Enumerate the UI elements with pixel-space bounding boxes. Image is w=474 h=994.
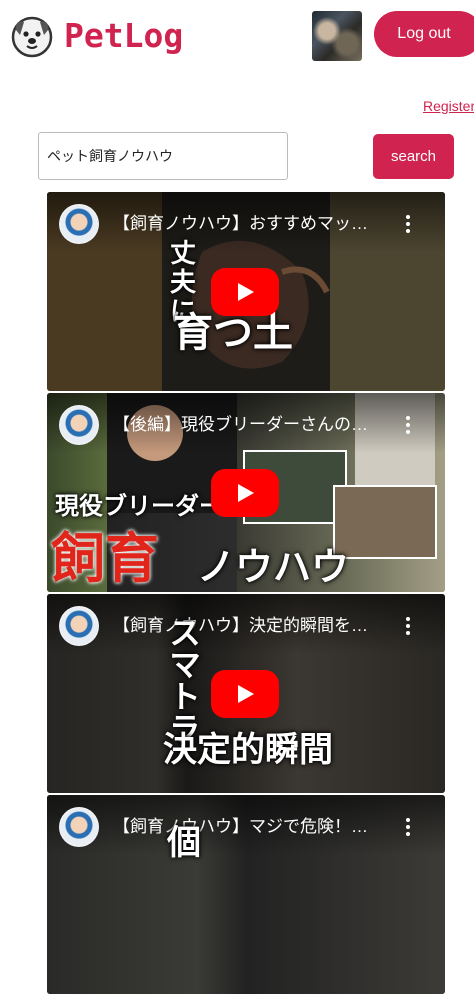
play-button[interactable] bbox=[211, 268, 279, 316]
channel-avatar[interactable] bbox=[59, 807, 99, 847]
app-logo-text[interactable]: PetLog bbox=[64, 14, 183, 58]
play-button[interactable] bbox=[211, 469, 279, 517]
video-title[interactable]: 【飼育ノウハウ】おすすめマッ… bbox=[113, 212, 375, 236]
video-title[interactable]: 【飼育ノウハウ】マジで危険！… bbox=[113, 815, 375, 839]
play-button[interactable] bbox=[211, 670, 279, 718]
play-icon bbox=[238, 283, 254, 301]
user-avatar[interactable] bbox=[312, 11, 362, 61]
search-input[interactable] bbox=[38, 132, 288, 180]
thumbnail-text: 丈 bbox=[170, 239, 197, 269]
play-icon bbox=[238, 484, 254, 502]
thumbnail-text: ノウハウ bbox=[197, 544, 350, 589]
channel-avatar[interactable] bbox=[59, 405, 99, 445]
thumbnail-text: 個 bbox=[167, 823, 201, 863]
thumbnail-text: 飼育 bbox=[51, 526, 159, 590]
video-title[interactable]: 【飼育ノウハウ】決定的瞬間を… bbox=[113, 614, 375, 638]
thumbnail-text: 夫 bbox=[170, 268, 197, 298]
app-header: PetLog Log out bbox=[0, 0, 474, 80]
thumbnail-text: 育つ土 bbox=[173, 309, 293, 356]
more-vertical-icon[interactable] bbox=[397, 614, 419, 638]
channel-avatar[interactable] bbox=[59, 204, 99, 244]
video-embed[interactable]: 【飼育ノウハウ】おすすめマッ… 丈 夫 に 育つ土 bbox=[47, 192, 445, 391]
dog-face-icon[interactable] bbox=[11, 16, 53, 58]
video-embed[interactable]: 【飼育ノウハウ】マジで危険！… 個 bbox=[47, 795, 445, 994]
more-vertical-icon[interactable] bbox=[397, 212, 419, 236]
video-embed[interactable]: 【後編】現役ブリーダーさんの… 現役ブリーダー 飼育 ノウハウ bbox=[47, 393, 445, 592]
video-embed[interactable]: 【飼育ノウハウ】決定的瞬間を… スマトラ 決定的瞬間 bbox=[47, 594, 445, 793]
play-icon bbox=[238, 685, 254, 703]
more-vertical-icon[interactable] bbox=[397, 413, 419, 437]
channel-avatar[interactable] bbox=[59, 606, 99, 646]
register-link[interactable]: Register bbox=[423, 98, 474, 114]
thumbnail-text: 決定的瞬間 bbox=[163, 730, 333, 770]
thumbnail-text: 現役ブリーダー bbox=[55, 491, 223, 520]
video-title[interactable]: 【後編】現役ブリーダーさんの… bbox=[113, 413, 375, 437]
search-button[interactable]: search bbox=[373, 134, 454, 179]
logout-button[interactable]: Log out bbox=[374, 11, 474, 57]
more-vertical-icon[interactable] bbox=[397, 815, 419, 839]
thumbnail-text: スマトラ bbox=[164, 616, 202, 744]
